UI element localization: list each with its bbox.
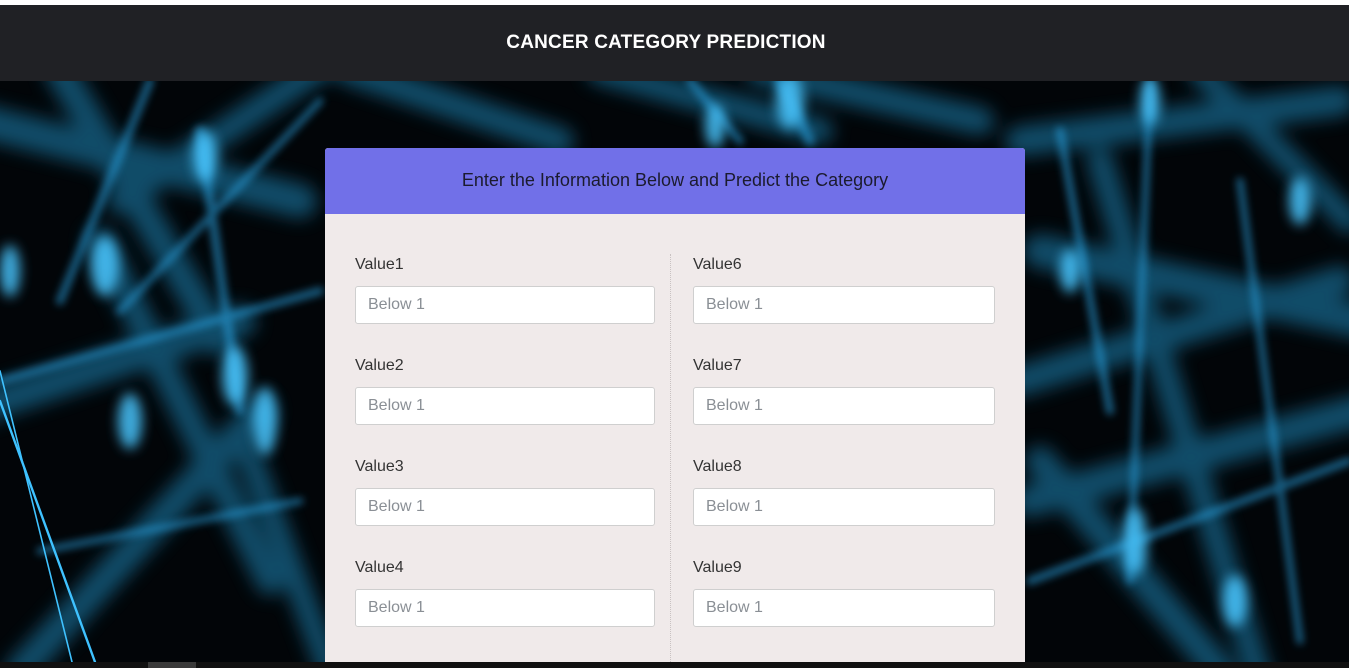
bottom-scrollbar-strip [0, 662, 1349, 668]
form-field-value4: Value4 [355, 558, 655, 659]
form-column-left: Value1 Value2 Value3 Value4 [355, 255, 655, 659]
form-field-value8: Value8 [693, 457, 995, 558]
form-field-value1: Value1 [355, 255, 655, 356]
form-body: Value1 Value2 Value3 Value4 Value6 [325, 214, 1025, 668]
form-column-right: Value6 Value7 Value8 Value9 [693, 255, 995, 659]
field-label: Value2 [355, 357, 404, 374]
field-label: Value1 [355, 256, 404, 273]
prediction-form-card: Enter the Information Below and Predict … [325, 148, 1025, 668]
value1-input[interactable] [355, 286, 655, 324]
field-label: Value9 [693, 559, 742, 576]
form-field-value7: Value7 [693, 356, 995, 457]
column-divider [670, 254, 671, 668]
value2-input[interactable] [355, 387, 655, 425]
form-field-value3: Value3 [355, 457, 655, 558]
field-label: Value8 [693, 458, 742, 475]
scrollbar-thumb[interactable] [148, 662, 196, 668]
form-field-value6: Value6 [693, 255, 995, 356]
value3-input[interactable] [355, 488, 655, 526]
field-label: Value3 [355, 458, 404, 475]
value7-input[interactable] [693, 387, 995, 425]
card-header-text: Enter the Information Below and Predict … [461, 169, 889, 190]
field-label: Value7 [693, 357, 742, 374]
page-title: CANCER CATEGORY PREDICTION [506, 32, 826, 53]
field-label: Value4 [355, 559, 404, 576]
value6-input[interactable] [693, 286, 995, 324]
form-field-value2: Value2 [355, 356, 655, 457]
navbar: CANCER CATEGORY PREDICTION [0, 5, 1349, 81]
value8-input[interactable] [693, 488, 995, 526]
form-field-value9: Value9 [693, 558, 995, 659]
card-header: Enter the Information Below and Predict … [325, 148, 1025, 214]
value9-input[interactable] [693, 589, 995, 627]
value4-input[interactable] [355, 589, 655, 627]
field-label: Value6 [693, 256, 742, 273]
